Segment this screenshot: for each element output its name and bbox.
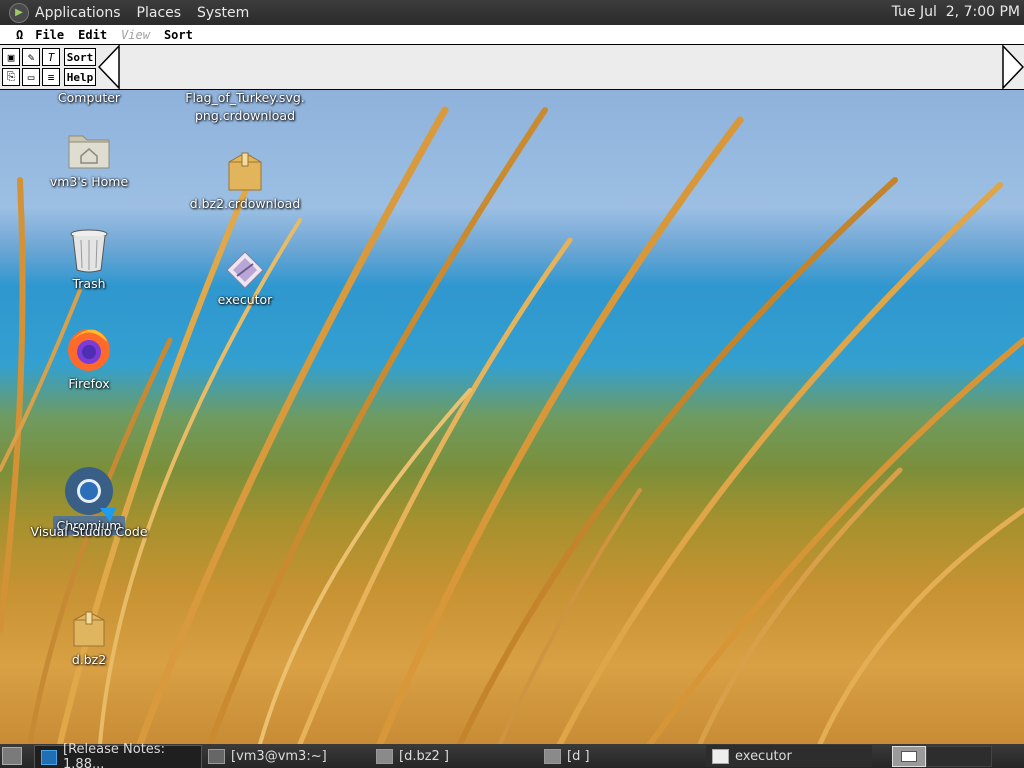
app-menubar: Ω File Edit View Sort	[0, 25, 1024, 45]
view-menu[interactable]: View	[121, 28, 150, 42]
workspace-window-preview	[901, 751, 917, 762]
desktop-icon-label: Firefox	[68, 376, 110, 391]
task-release-notes[interactable]: [Release Notes: 1.88...	[34, 742, 202, 768]
omega-menu[interactable]: Ω	[16, 28, 23, 42]
scroll-left-arrow-icon[interactable]	[98, 45, 120, 89]
desktop-icon-home[interactable]: vm3's Home	[14, 128, 164, 191]
task-label: [Release Notes: 1.88...	[63, 742, 165, 768]
desktop-icon-label: d.bz2.crdownload	[189, 196, 301, 211]
task-label: [d.bz2 ]	[399, 748, 450, 764]
desktop-icon-label: vm3's Home	[49, 174, 129, 189]
desktop-icon-label: executor	[217, 292, 273, 307]
clip-tool-icon[interactable]: ⎘	[2, 68, 20, 86]
distro-logo-icon[interactable]: ▶	[9, 2, 29, 23]
archive-icon	[228, 152, 262, 191]
bottom-taskbar: [Release Notes: 1.88... [vm3@vm3:~] [d.b…	[0, 742, 1024, 768]
trash-icon	[70, 229, 108, 273]
edit-tool-icon[interactable]: ✎	[22, 48, 40, 66]
text-tool-icon[interactable]: T	[42, 48, 60, 66]
clock[interactable]: Tue Jul 2, 7:00 PM	[892, 4, 1020, 20]
top-panel: ▶ Applications Places System Tue Jul 2, …	[0, 0, 1024, 25]
task-terminal[interactable]: [vm3@vm3:~]	[202, 745, 368, 767]
window-icon	[712, 748, 729, 764]
workspace-1[interactable]	[892, 746, 926, 767]
vscode-icon	[100, 508, 116, 522]
desktop-icon-label: Computer	[57, 90, 121, 105]
sort-tool-button[interactable]: Sort	[64, 48, 96, 66]
desktop-icon-label: d.bz2	[71, 652, 107, 667]
home-folder-icon	[68, 135, 110, 169]
desktop-icon-vscode[interactable]: Visual Studio Code	[14, 508, 164, 541]
archive-manager-icon	[544, 748, 561, 764]
executable-icon	[226, 251, 264, 289]
help-tool-button[interactable]: Help	[64, 68, 96, 86]
scroll-right-arrow-icon[interactable]	[1002, 45, 1024, 89]
archive-icon	[73, 611, 105, 647]
desktop-icon-label-line2: png.crdownload	[195, 108, 295, 123]
task-label: [d ]	[567, 748, 590, 764]
desktop-icon-dbz2[interactable]: d.bz2	[14, 610, 164, 669]
desktop-icon-label: Flag_of_Turkey.svg.	[185, 90, 305, 105]
desktop-icon-label: Visual Studio Code	[30, 524, 148, 539]
desktop-icon-flag-download[interactable]: Flag_of_Turkey.svg. png.crdownload	[170, 90, 320, 125]
firefox-icon	[68, 329, 110, 371]
desktop-icon-trash[interactable]: Trash	[14, 228, 164, 293]
task-label: [vm3@vm3:~]	[231, 748, 327, 764]
edit-menu[interactable]: Edit	[78, 28, 107, 42]
desktop-icon-firefox[interactable]: Firefox	[14, 326, 164, 393]
task-d[interactable]: [d ]	[538, 745, 704, 767]
archive-manager-icon	[376, 748, 393, 764]
file-menu[interactable]: File	[35, 28, 64, 42]
task-dbz2[interactable]: [d.bz2 ]	[370, 745, 536, 767]
toolstrip: ▣ ✎ T Sort ⎘ ▭ ≡ Help	[0, 45, 1024, 90]
desktop[interactable]: Computer vm3's Home Trash Firefox Chromi…	[0, 90, 1024, 744]
applications-menu[interactable]: Applications	[35, 5, 121, 21]
task-label: executor	[735, 748, 792, 764]
task-executor[interactable]: executor	[706, 745, 872, 767]
desktop-icon-label: Trash	[72, 276, 106, 291]
places-menu[interactable]: Places	[137, 5, 182, 21]
desktop-icon-computer[interactable]: Computer	[14, 90, 164, 107]
sort-menu[interactable]: Sort	[164, 28, 193, 42]
save-tool-icon[interactable]: ▣	[2, 48, 20, 66]
document-tool-icon[interactable]: ≡	[42, 68, 60, 86]
workspace-2[interactable]	[926, 746, 992, 767]
terminal-icon	[208, 748, 225, 764]
system-menu[interactable]: System	[197, 5, 249, 21]
folder-tool-icon[interactable]: ▭	[22, 68, 40, 86]
desktop-icon-dbz2-crdownload[interactable]: d.bz2.crdownload	[170, 150, 320, 213]
vscode-icon	[41, 749, 58, 765]
desktop-icon-executor[interactable]: executor	[170, 250, 320, 309]
show-desktop-icon[interactable]	[2, 747, 22, 765]
